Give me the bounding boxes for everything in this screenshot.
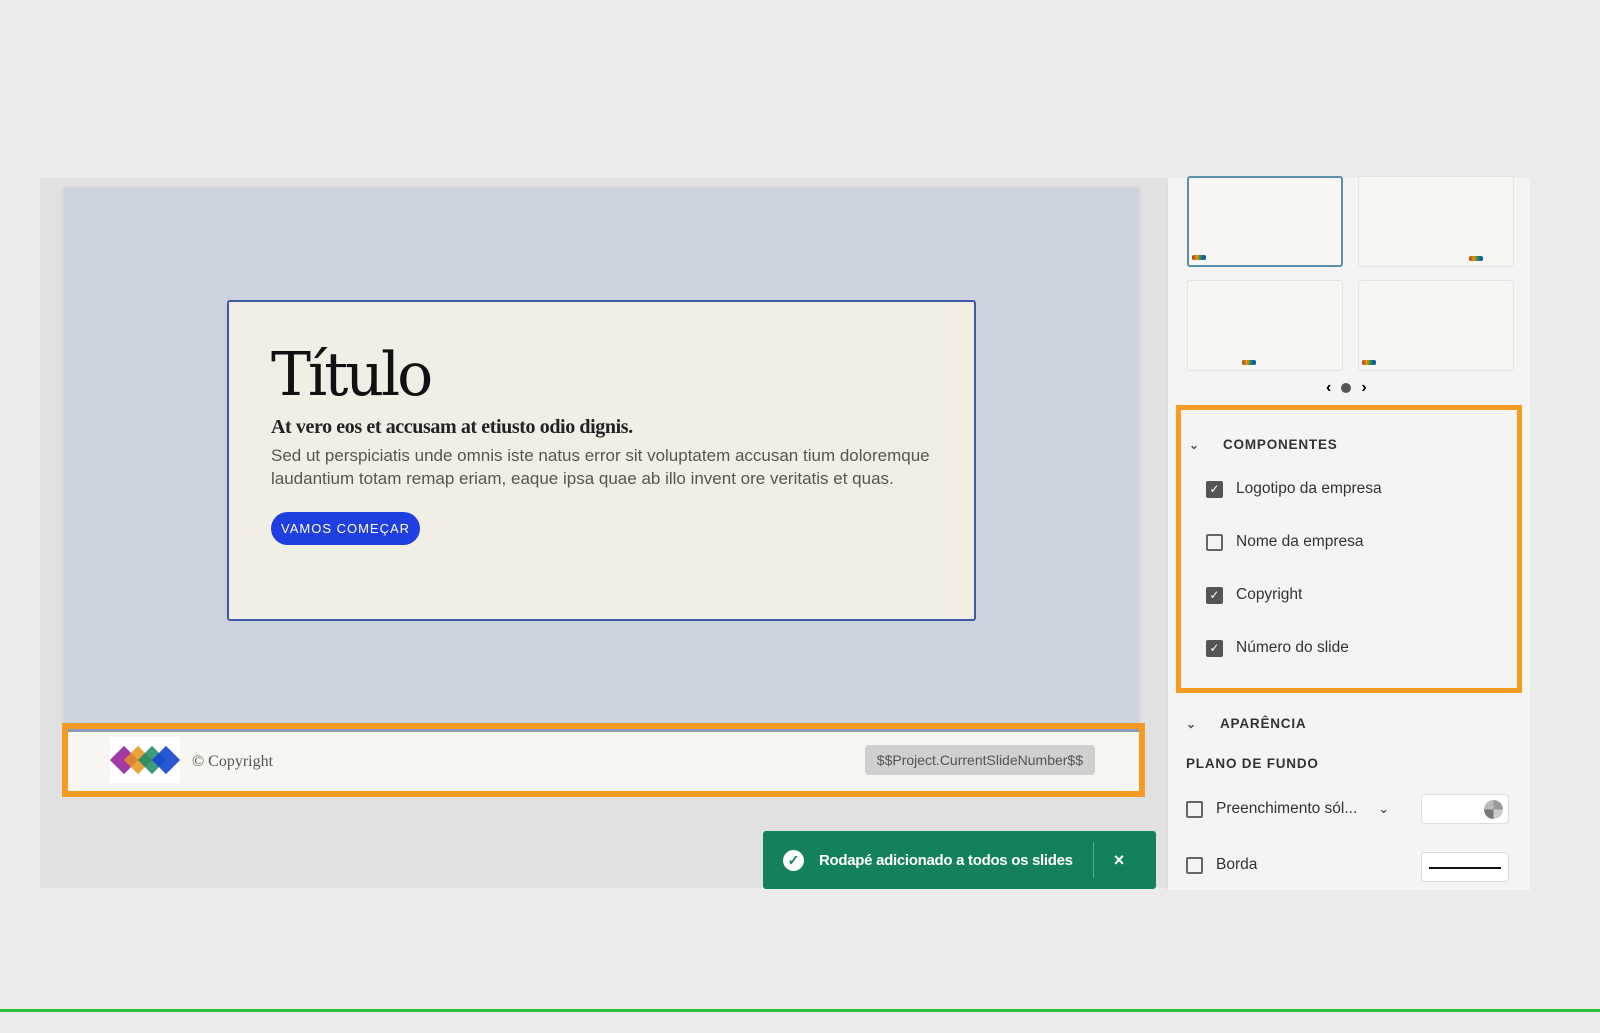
slide-number-field[interactable]: $$Project.CurrentSlideNumber$$ xyxy=(864,745,1095,775)
checkbox-icon[interactable] xyxy=(1186,800,1203,818)
section-title: APARÊNCIA xyxy=(1220,716,1307,731)
check-circle-icon: ✓ xyxy=(783,849,804,871)
color-swatch-icon xyxy=(1484,800,1503,819)
checkbox-icon[interactable] xyxy=(1186,856,1203,874)
slide-title[interactable]: Título xyxy=(271,340,932,410)
components-section: ⌄ COMPONENTES ✓ Logotipo da empresa Nome d… xyxy=(1176,405,1522,693)
appearance-header[interactable]: ⌄ APARÊNCIA xyxy=(1186,716,1306,731)
checkbox-icon[interactable]: ✓ xyxy=(1206,639,1223,657)
checkbox-border[interactable]: Borda xyxy=(1186,856,1257,874)
layout-thumbnail[interactable] xyxy=(1358,280,1514,371)
thumbnail-pager: ‹ › xyxy=(1326,379,1367,397)
toast-message: Rodapé adicionado a todos os slides xyxy=(819,851,1073,869)
company-logo[interactable] xyxy=(109,737,181,783)
checkbox-label: Logotipo da empresa xyxy=(1236,480,1382,497)
checkbox-icon[interactable] xyxy=(1206,533,1223,551)
checkbox-icon[interactable]: ✓ xyxy=(1206,480,1223,498)
checkbox-copyright[interactable]: ✓ Copyright xyxy=(1206,586,1302,604)
checkbox-label: Nome da empresa xyxy=(1236,533,1364,550)
slide-subtitle[interactable]: At vero eos et accusam at etiusto odio d… xyxy=(271,416,932,439)
toast-divider xyxy=(1092,842,1094,878)
line-style-icon xyxy=(1429,867,1501,869)
chevron-down-icon: ⌄ xyxy=(1189,437,1200,452)
cta-button[interactable]: VAMOS COMEÇAR xyxy=(271,512,421,545)
chevron-right-icon[interactable]: › xyxy=(1361,379,1366,397)
section-title: COMPONENTES xyxy=(1223,437,1338,452)
layout-thumbnail[interactable] xyxy=(1187,280,1343,371)
checkbox-label: Número do slide xyxy=(1236,639,1349,656)
border-style-picker[interactable] xyxy=(1421,852,1509,882)
checkbox-label: Borda xyxy=(1216,856,1258,873)
toast-notification: ✓ Rodapé adicionado a todos os slides × xyxy=(763,831,1156,889)
layout-thumbnail[interactable] xyxy=(1187,176,1343,267)
fill-color-picker[interactable] xyxy=(1421,794,1509,824)
slide-body[interactable]: Sed ut perspiciatis unde omnis iste natu… xyxy=(271,445,931,490)
slide-footer[interactable]: © Copyright $$Project.CurrentSlideNumber… xyxy=(62,723,1145,797)
components-header[interactable]: ⌄ COMPONENTES xyxy=(1189,437,1338,452)
page-dot[interactable] xyxy=(1341,383,1352,393)
bottom-line xyxy=(0,1009,1600,1012)
copyright-text[interactable]: © Copyright xyxy=(192,753,273,771)
chevron-down-icon[interactable]: ⌄ xyxy=(1378,801,1389,817)
chevron-down-icon: ⌄ xyxy=(1186,716,1197,731)
checkbox-company-name[interactable]: Nome da empresa xyxy=(1206,533,1364,551)
fill-dropdown[interactable]: Preenchimento sól... xyxy=(1216,800,1357,818)
checkbox-solid-fill[interactable]: Preenchimento sól... ⌄ xyxy=(1186,800,1389,818)
background-subheader: PLANO DE FUNDO xyxy=(1186,756,1319,771)
title-card[interactable]: Título At vero eos et accusam at etiusto… xyxy=(227,300,976,621)
right-panel: ‹ › ⌄ COMPONENTES ✓ Logotipo da empresa No… xyxy=(1167,176,1530,890)
close-icon[interactable]: × xyxy=(1114,850,1125,871)
checkbox-slide-number[interactable]: ✓ Número do slide xyxy=(1206,639,1349,657)
checkbox-label: Copyright xyxy=(1236,586,1303,603)
checkbox-icon[interactable]: ✓ xyxy=(1206,586,1223,604)
layout-thumbnail[interactable] xyxy=(1358,176,1514,267)
chevron-left-icon[interactable]: ‹ xyxy=(1326,379,1331,397)
checkbox-company-logo[interactable]: ✓ Logotipo da empresa xyxy=(1206,480,1382,498)
